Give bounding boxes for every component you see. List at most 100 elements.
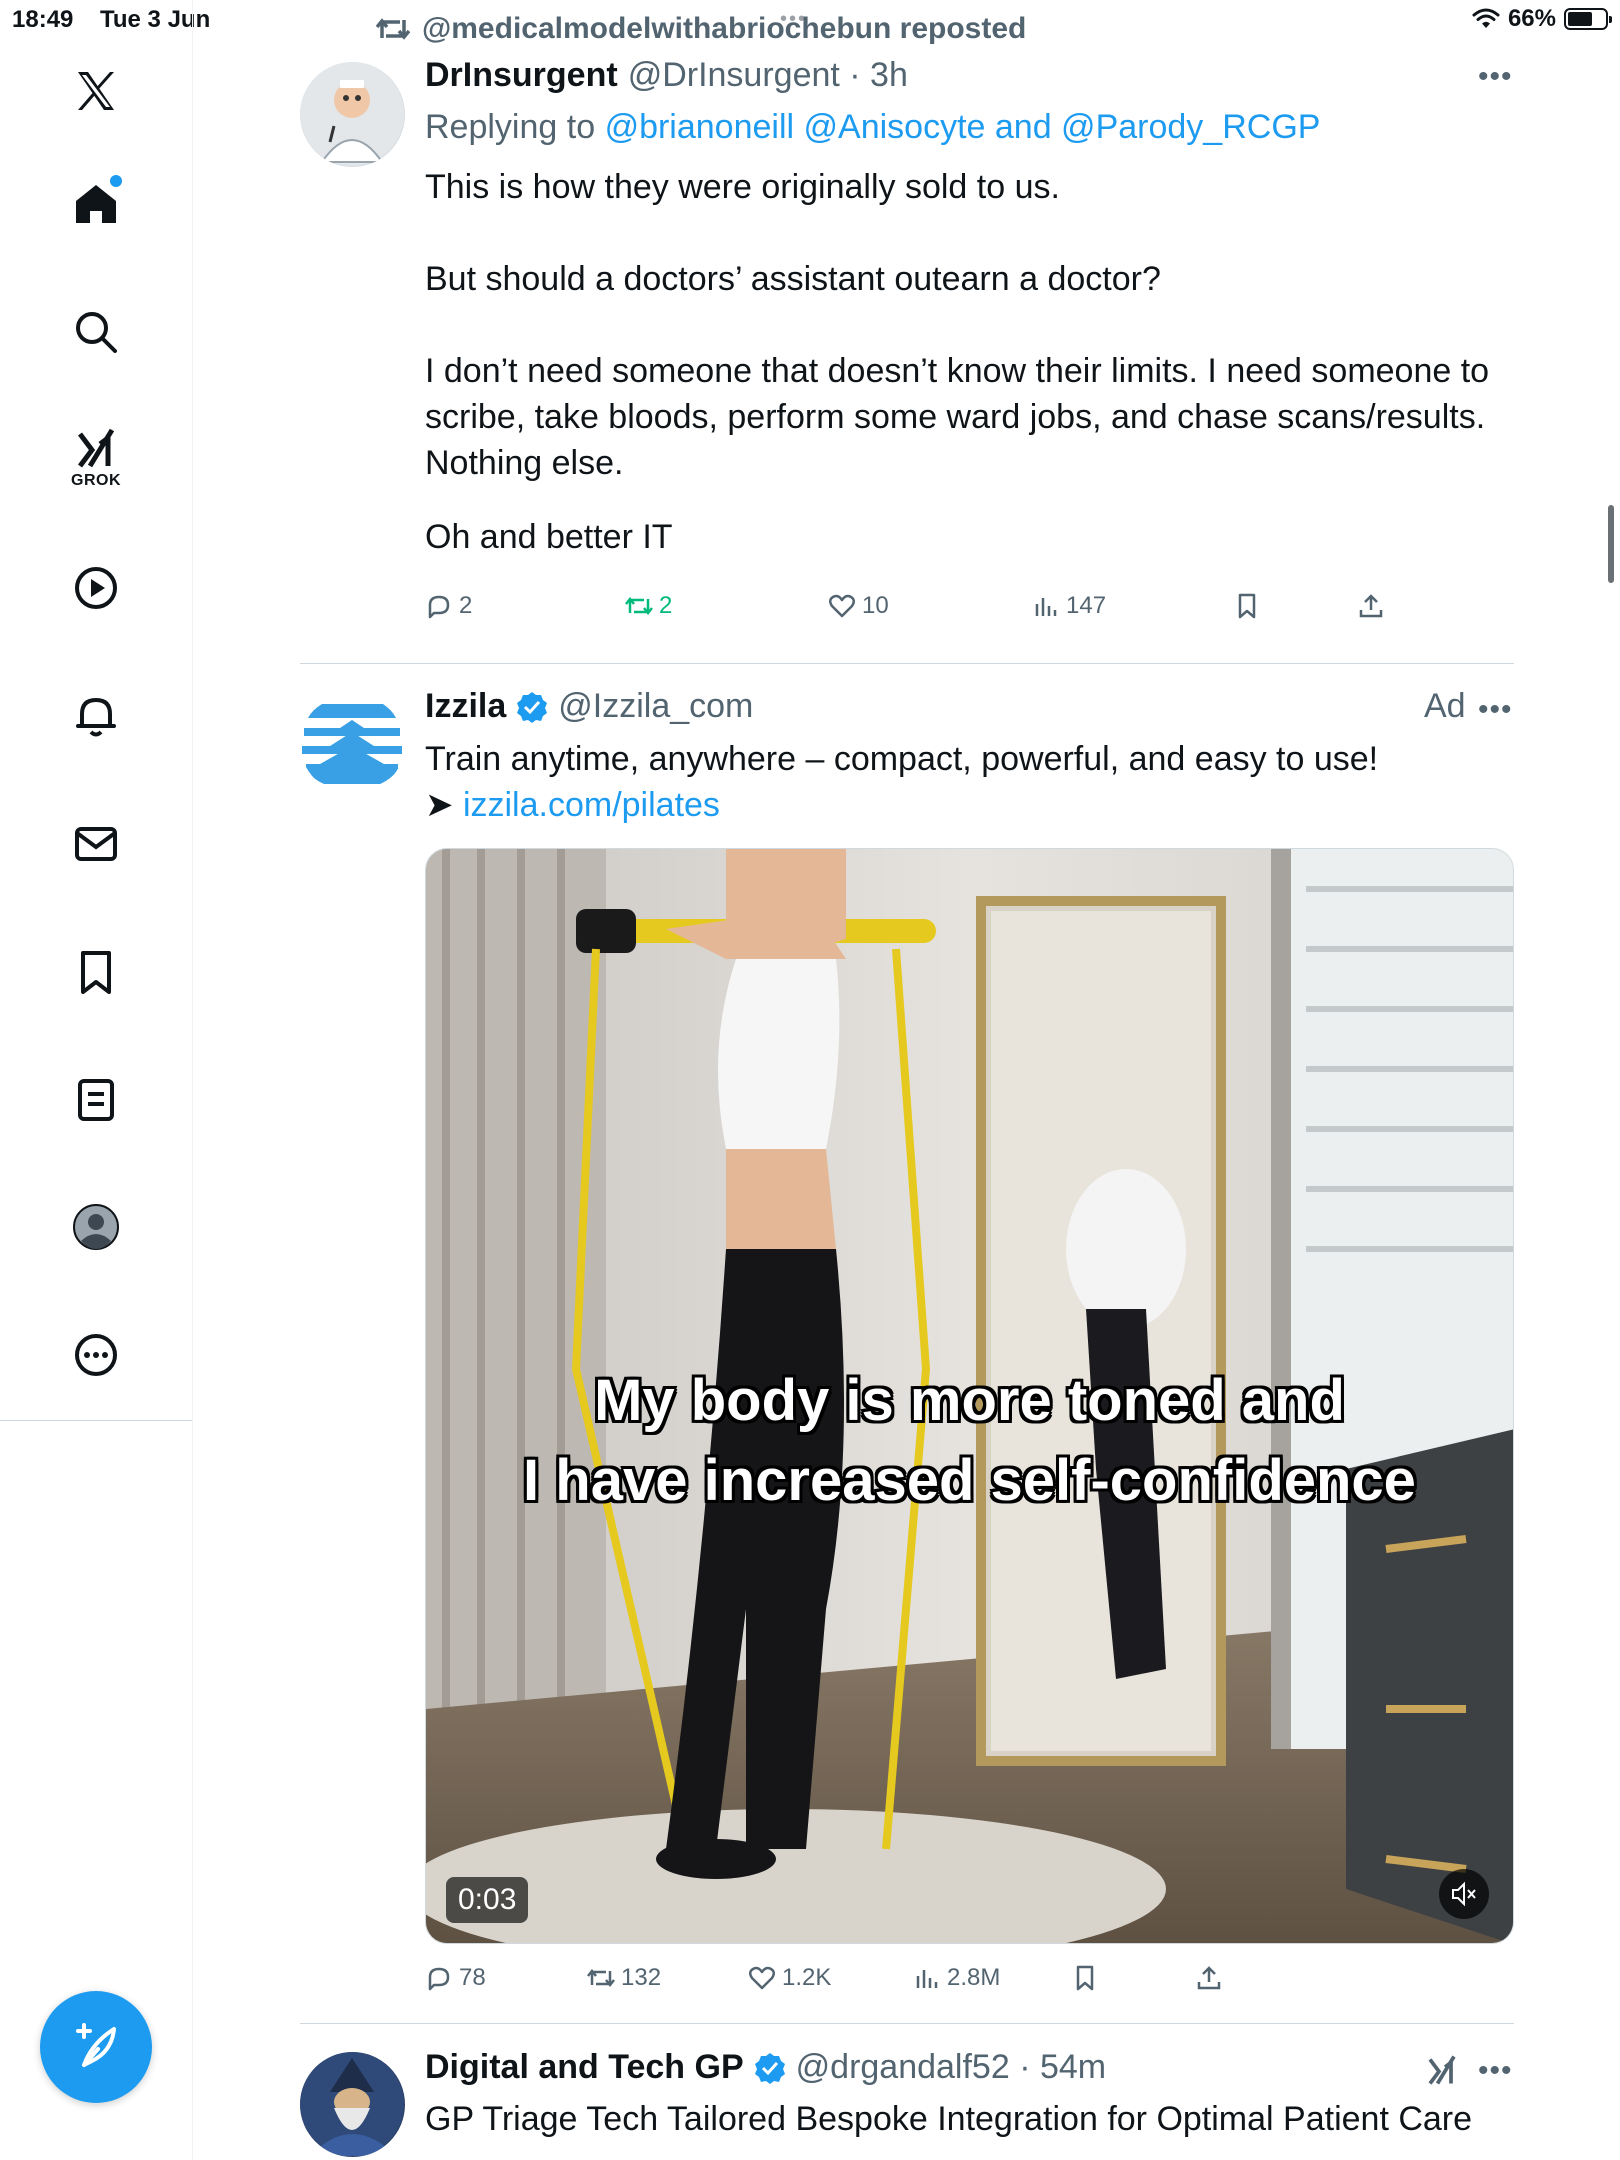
tweet-divider bbox=[300, 663, 1514, 664]
compose-button[interactable] bbox=[40, 1991, 152, 2103]
tweet-line: Oh and better IT bbox=[425, 518, 673, 556]
arrow-glyph: ➤ bbox=[425, 786, 454, 824]
grok-icon[interactable]: GROK bbox=[60, 420, 132, 500]
tweet-link-line: ➤ izzila.com/pilates bbox=[425, 782, 1378, 828]
handle[interactable]: @Izzila_com bbox=[558, 687, 753, 726]
profile-icon[interactable] bbox=[60, 1191, 132, 1263]
reply-button[interactable]: 78 bbox=[425, 1964, 486, 1992]
grok-explain-button[interactable] bbox=[1424, 2052, 1460, 2093]
heart-icon bbox=[829, 594, 855, 618]
tweet-line: But should a doctors’ assistant outearn … bbox=[425, 260, 1161, 298]
handle-time[interactable]: @drgandalf52 · 54m bbox=[796, 2048, 1106, 2087]
tweet-actions: 78 132 1.2K 2.8M bbox=[425, 1964, 1425, 2004]
sidebar: GROK bbox=[0, 0, 193, 2160]
tweet-divider bbox=[300, 2023, 1514, 2024]
display-name[interactable]: DrInsurgent bbox=[425, 56, 618, 95]
repost-button[interactable]: 132 bbox=[587, 1964, 661, 1992]
tweet-text: This is how they were originally sold to… bbox=[425, 164, 1489, 560]
avatar-izzila[interactable] bbox=[300, 690, 405, 795]
tweet-text: GP Triage Tech Tailored Bespoke Integrat… bbox=[425, 2100, 1473, 2138]
bookmark-icon bbox=[1076, 1965, 1094, 1991]
x-logo-icon[interactable] bbox=[60, 55, 132, 127]
search-icon[interactable] bbox=[60, 296, 132, 368]
repost-count: 132 bbox=[621, 1964, 662, 1991]
tweet-header: Izzila @Izzila_com bbox=[425, 687, 753, 726]
mute-button[interactable] bbox=[1439, 1869, 1489, 1919]
share-button[interactable] bbox=[1357, 592, 1385, 620]
view-count: 147 bbox=[1066, 592, 1107, 619]
reply-button[interactable]: 2 bbox=[425, 592, 472, 620]
grok-label: GROK bbox=[71, 472, 121, 489]
replying-mentions[interactable]: @brianoneill @Anisocyte and @Parody_RCGP bbox=[605, 108, 1321, 146]
sidebar-divider bbox=[0, 1420, 192, 1421]
verified-badge-icon bbox=[517, 691, 548, 723]
like-count: 10 bbox=[862, 592, 889, 619]
ad-link[interactable]: izzila.com/pilates bbox=[463, 786, 720, 824]
unread-dot bbox=[110, 175, 122, 187]
repost-count: 2 bbox=[659, 592, 673, 619]
display-name[interactable]: Digital and Tech GP bbox=[425, 2048, 744, 2087]
repost-icon bbox=[376, 18, 410, 40]
video-caption-line1: My body is more toned and bbox=[594, 1368, 1345, 1433]
compose-post-icon bbox=[76, 2023, 116, 2067]
views-icon bbox=[916, 1970, 938, 1988]
repost-button[interactable]: 2 bbox=[625, 592, 672, 620]
more-icon[interactable] bbox=[60, 1319, 132, 1391]
display-name[interactable]: Izzila bbox=[425, 687, 506, 726]
avatar-drgandalf52[interactable] bbox=[300, 2052, 405, 2157]
video-icon[interactable] bbox=[60, 552, 132, 624]
reply-count: 2 bbox=[459, 592, 473, 619]
replying-prefix: Replying to bbox=[425, 108, 596, 146]
like-button[interactable]: 10 bbox=[828, 592, 889, 620]
tweet-text: Train anytime, anywhere – compact, power… bbox=[425, 736, 1378, 828]
tweet-actions: 2 2 10 147 bbox=[425, 592, 1425, 632]
share-button[interactable] bbox=[1195, 1964, 1223, 1992]
share-icon bbox=[1359, 594, 1383, 618]
lists-icon[interactable] bbox=[60, 1064, 132, 1136]
bookmark-button[interactable] bbox=[1233, 592, 1261, 620]
repost-icon bbox=[587, 1968, 615, 1988]
views-button[interactable]: 147 bbox=[1032, 592, 1106, 620]
share-icon bbox=[1197, 1966, 1221, 1990]
battery-percent: 66% bbox=[1507, 5, 1556, 32]
more-options-icon[interactable]: ••• bbox=[1478, 2054, 1513, 2088]
video-caption-line2: I have increased self-confidence bbox=[523, 1448, 1416, 1513]
handle-time[interactable]: @DrInsurgent · 3h bbox=[628, 56, 908, 95]
like-count: 1.2K bbox=[782, 1964, 832, 1991]
tweet-line: Nothing else. bbox=[425, 444, 624, 482]
bookmarks-icon[interactable] bbox=[60, 936, 132, 1008]
reply-icon bbox=[428, 1967, 450, 1991]
more-options-icon[interactable]: ••• bbox=[1478, 693, 1513, 727]
tweet-header: Digital and Tech GP @drgandalf52 · 54m bbox=[425, 2048, 1106, 2087]
like-button[interactable]: 1.2K bbox=[748, 1964, 831, 1992]
repost-label[interactable]: @medicalmodelwithabriochebun reposted bbox=[422, 12, 1026, 46]
views-button[interactable]: 2.8M bbox=[913, 1964, 1000, 1992]
tweet-line: scribe, take bloods, perform some ward j… bbox=[425, 398, 1486, 436]
scrollbar[interactable] bbox=[1608, 505, 1614, 583]
messages-icon[interactable] bbox=[60, 808, 132, 880]
notifications-icon[interactable] bbox=[60, 680, 132, 752]
replying-to: Replying to @brianoneill @Anisocyte and … bbox=[425, 104, 1320, 150]
verified-badge-icon bbox=[754, 2052, 785, 2084]
avatar-drinsurgent[interactable] bbox=[300, 62, 405, 167]
tweet-line: Train anytime, anywhere – compact, power… bbox=[425, 740, 1379, 778]
home-icon[interactable] bbox=[60, 167, 132, 239]
battery-icon bbox=[1564, 8, 1612, 30]
view-count: 2.8M bbox=[947, 1964, 1001, 1991]
status-indicators: 66% bbox=[1472, 5, 1612, 33]
repost-header: @medicalmodelwithabriochebun reposted bbox=[376, 12, 1026, 46]
video-player[interactable]: My body is more toned and I have increas… bbox=[425, 848, 1514, 1944]
wifi-icon bbox=[1472, 8, 1500, 28]
views-icon bbox=[1035, 598, 1057, 616]
bookmark-icon bbox=[1238, 593, 1256, 619]
bookmark-button[interactable] bbox=[1071, 1964, 1099, 1992]
heart-icon bbox=[749, 1966, 775, 1990]
tweet-header: DrInsurgent @DrInsurgent · 3h bbox=[425, 56, 908, 95]
more-options-icon[interactable]: ••• bbox=[1478, 60, 1513, 94]
repost-icon bbox=[625, 596, 653, 616]
tweet-line: I don’t need someone that doesn’t know t… bbox=[425, 352, 1490, 390]
grok-icon bbox=[1428, 2055, 1456, 2085]
video-duration: 0:03 bbox=[446, 1877, 529, 1923]
tweet-line: This is how they were originally sold to… bbox=[425, 168, 1060, 206]
ad-label: Ad bbox=[1424, 687, 1466, 725]
